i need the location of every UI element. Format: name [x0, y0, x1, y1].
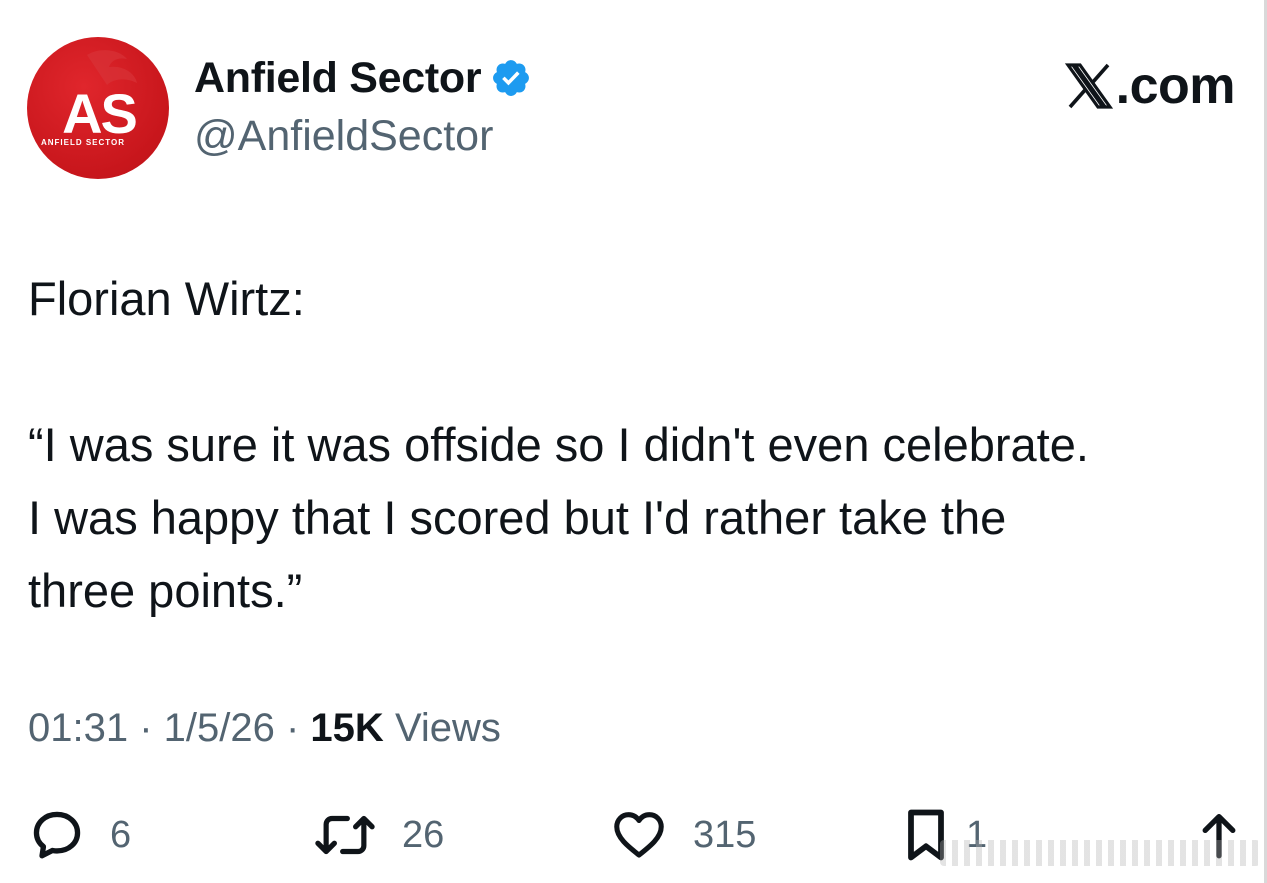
repost-count: 26 [402, 813, 445, 856]
like-count: 315 [693, 813, 757, 856]
tweet-time[interactable]: 01:31 [28, 706, 128, 750]
avatar-monogram: AS [62, 82, 136, 145]
heart-icon [614, 812, 664, 858]
brand-label: .com [1064, 56, 1236, 116]
reply-count: 6 [110, 813, 132, 856]
tweet-line-blank [28, 335, 1258, 408]
watermark [940, 840, 1260, 866]
brand-text: .com [1115, 57, 1236, 115]
repost-icon [315, 815, 375, 855]
tweet-line: “I was sure it was offside so I didn't e… [28, 418, 1089, 471]
meta-separator: · [128, 706, 164, 750]
x-logo-icon [1064, 63, 1113, 109]
display-name[interactable]: Anfield Sector [194, 52, 482, 104]
views-count[interactable]: 15K [310, 706, 383, 750]
views-label[interactable]: Views [395, 706, 501, 750]
like-button[interactable]: 315 [609, 800, 756, 870]
avatar-logo-icon: AS ANFIELD SECTOR [41, 50, 139, 147]
reply-button[interactable]: 6 [28, 800, 131, 870]
tweet-meta: 01:31 · 1/5/26 · 15K Views [28, 703, 501, 753]
meta-separator: · [274, 706, 311, 750]
tweet-line: three points.” [28, 564, 303, 617]
tweet-line: I was happy that I scored but I'd rather… [28, 491, 1007, 544]
avatar[interactable]: AS ANFIELD SECTOR [27, 37, 169, 179]
tweet-line: Florian Wirtz: [28, 272, 305, 325]
tweet-text: Florian Wirtz: “I was sure it was offsid… [28, 262, 1258, 627]
repost-button[interactable]: 26 [312, 800, 444, 870]
reply-icon [33, 811, 81, 859]
author-handle[interactable]: @AnfieldSector [194, 110, 532, 162]
avatar-caption: ANFIELD SECTOR [41, 138, 125, 147]
author-block: Anfield Sector @AnfieldSector [194, 52, 532, 162]
name-row: Anfield Sector [194, 52, 532, 104]
tweet-date[interactable]: 1/5/26 [164, 706, 275, 750]
verified-badge-icon[interactable] [490, 57, 532, 99]
